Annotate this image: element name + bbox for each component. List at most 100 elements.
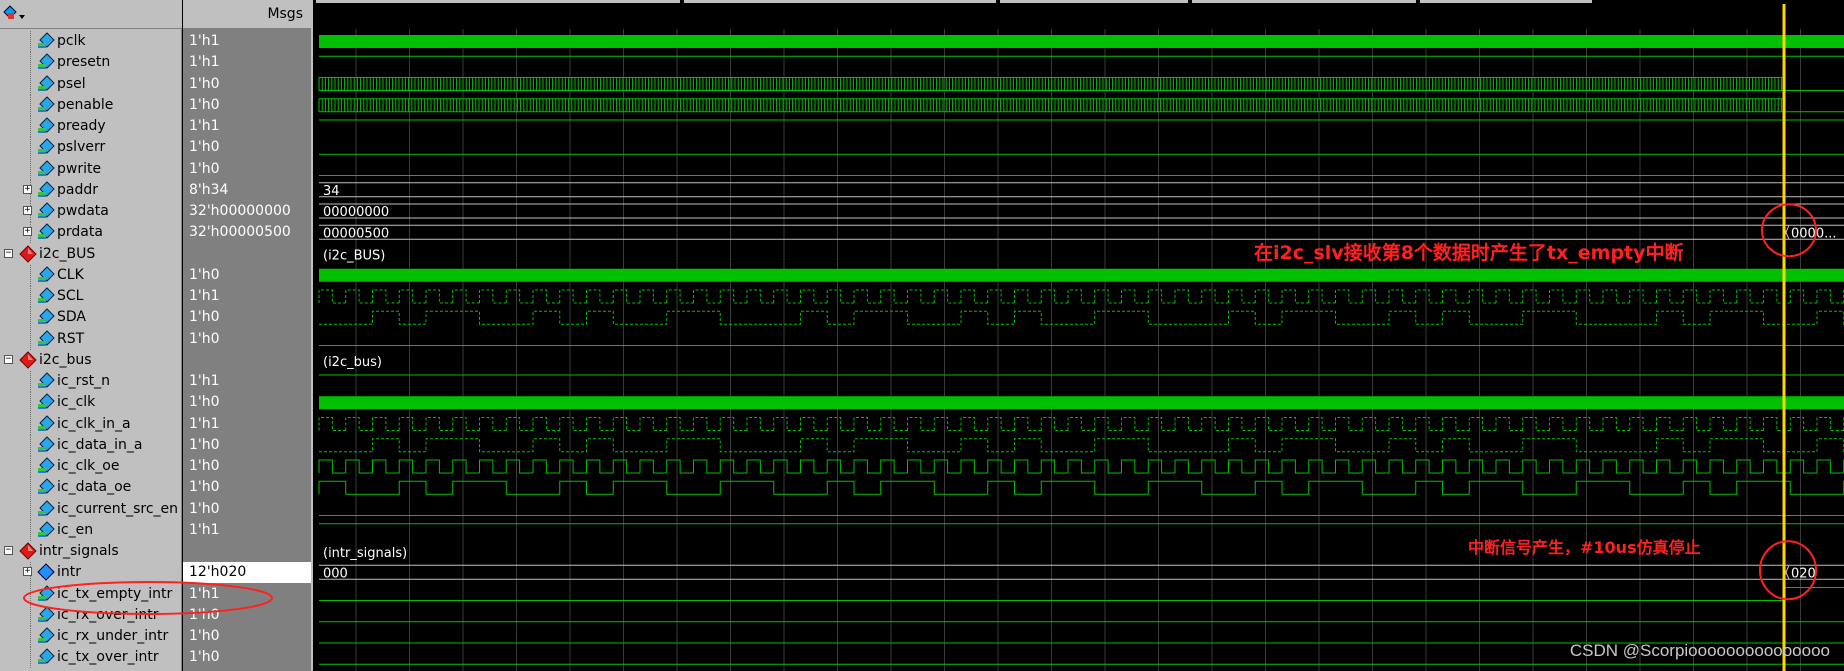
signal-row-pslverr[interactable]: pslverr (0, 137, 182, 158)
signal-row-pclk[interactable]: pclk (0, 31, 182, 52)
signal-name: paddr (57, 182, 98, 198)
signal-row-RST[interactable]: RST (0, 329, 182, 350)
signal-value-row[interactable]: 8'h34 (183, 180, 311, 201)
signal-row-i2c_BUS[interactable]: − i2c_BUS (0, 244, 182, 265)
tree-line (30, 435, 31, 456)
tree-line (30, 307, 31, 328)
signal-value-row[interactable]: 1'h1 (183, 371, 311, 392)
signal-value-row[interactable]: 1'h0 (183, 329, 311, 350)
expand-icon[interactable]: + (23, 227, 32, 236)
signal-row-penable[interactable]: penable (0, 95, 182, 116)
signal-row-SDA[interactable]: SDA (0, 307, 182, 328)
signal-row-CLK[interactable]: CLK (0, 265, 182, 286)
cyan-signal-icon (36, 521, 55, 540)
annotation-stop: 中断信号产生，#10us仿真停止 (1468, 538, 1701, 557)
signal-row-presetn[interactable]: presetn (0, 52, 182, 73)
signal-row-pwrite[interactable]: pwrite (0, 159, 182, 180)
signal-row-paddr[interactable]: + paddr (0, 180, 182, 201)
signal-value-row[interactable]: 1'h0 (183, 265, 311, 286)
signal-value-row[interactable]: 1'h0 (183, 626, 311, 647)
signal-row-SCL[interactable]: SCL (0, 286, 182, 307)
signal-value-row[interactable]: 1'h1 (183, 31, 311, 52)
signal-row-prdata[interactable]: + prdata (0, 222, 182, 243)
signal-value-row[interactable]: 1'h0 (183, 499, 311, 520)
signal-row-intr_signals[interactable]: − intr_signals (0, 541, 182, 562)
cyan-signal-icon (36, 393, 55, 412)
signal-row-ic_tx_over_intr[interactable]: ic_tx_over_intr (0, 647, 182, 668)
signal-row-ic_data_oe[interactable]: ic_data_oe (0, 477, 182, 498)
signal-value: 1'h0 (189, 331, 220, 347)
signal-row-ic_en[interactable]: ic_en (0, 520, 182, 541)
signal-value: 1'h1 (189, 33, 220, 49)
signal-value-row[interactable]: 1'h1 (183, 52, 311, 73)
signal-name: ic_data_in_a (57, 437, 143, 453)
signal-row-ic_rx_under_intr[interactable]: ic_rx_under_intr (0, 626, 182, 647)
collapse-icon[interactable]: − (4, 355, 13, 364)
wave-toolbar-icon[interactable] (2, 4, 28, 26)
signal-row-ic_current_src_en[interactable]: ic_current_src_en (0, 499, 182, 520)
signal-row-pready[interactable]: pready (0, 116, 182, 137)
signal-value-row[interactable]: 1'h0 (183, 392, 311, 413)
signal-row-ic_clk_oe[interactable]: ic_clk_oe (0, 456, 182, 477)
signal-row-ic_data_in_a[interactable]: ic_data_in_a (0, 435, 182, 456)
signal-value-row[interactable]: 1'h1 (183, 520, 311, 541)
signal-value-row[interactable] (183, 541, 311, 562)
signal-row-i2c_bus[interactable]: − i2c_bus (0, 350, 182, 371)
signal-value-row[interactable]: 1'h1 (183, 286, 311, 307)
expand-icon[interactable]: + (23, 185, 32, 194)
tree-line (30, 414, 31, 435)
wave-data (319, 310, 1844, 325)
signal-value-row[interactable]: 1'h0 (183, 435, 311, 456)
cyan-signal-icon (36, 181, 55, 200)
cyan-signal-icon (36, 202, 55, 221)
value-pane-header: Msgs (183, 0, 311, 29)
signal-value-row[interactable]: 1'h1 (183, 414, 311, 435)
signal-row-pwdata[interactable]: + pwdata (0, 201, 182, 222)
signal-row-ic_rst_n[interactable]: ic_rst_n (0, 371, 182, 392)
collapse-icon[interactable]: − (4, 546, 13, 555)
waveform-plot[interactable]: 340000000000000500 0000...(i2c_BUS)(i2c_b… (316, 0, 1844, 671)
signal-name: i2c_BUS (39, 246, 96, 262)
collapse-icon[interactable]: − (4, 249, 13, 258)
cyan-signal-icon (36, 436, 55, 455)
signal-row-ic_clk[interactable]: ic_clk (0, 392, 182, 413)
signal-name: ic_tx_over_intr (57, 649, 159, 665)
signal-value-row[interactable] (183, 350, 311, 371)
cyan-signal-icon (36, 160, 55, 179)
waveform-canvas[interactable]: 34 00000000 00000500 0000... (i2c_BUS) (i2c_b… (316, 0, 1844, 671)
signal-value-row[interactable]: 1'h0 (183, 74, 311, 95)
expand-icon[interactable]: + (23, 567, 32, 576)
expand-icon[interactable]: + (23, 206, 32, 215)
cyan-signal-icon (36, 308, 55, 327)
signal-value-row[interactable]: 1'h0 (183, 477, 311, 498)
signal-value-row[interactable]: 1'h0 (183, 307, 311, 328)
signal-value-row[interactable]: 1'h0 (183, 647, 311, 668)
signal-row-psel[interactable]: psel (0, 74, 182, 95)
signal-name: presetn (57, 54, 111, 70)
signal-value-row[interactable] (183, 244, 311, 265)
signal-value-row[interactable]: 1'h0 (183, 95, 311, 116)
signal-value: 1'h1 (189, 54, 220, 70)
bus-value-label: 020 (1791, 566, 1816, 581)
signal-name: pwdata (57, 203, 109, 219)
signal-row-ic_clk_in_a[interactable]: ic_clk_in_a (0, 414, 182, 435)
signal-value-row[interactable]: 1'h0 (183, 159, 311, 180)
signal-value-row[interactable]: 32'h00000000 (183, 201, 311, 222)
cyan-signal-icon (36, 287, 55, 306)
signal-value-row[interactable]: 1'h1 (183, 116, 311, 137)
tree-line (30, 499, 31, 520)
cyan-signal-icon (36, 415, 55, 434)
signal-name: penable (57, 97, 114, 113)
signal-name: prdata (57, 224, 103, 240)
wave-scl (318, 417, 1844, 431)
signal-value-row[interactable]: 32'h00000500 (183, 222, 311, 243)
signal-value-row[interactable]: 1'h0 (183, 137, 311, 158)
name-pane-header (0, 0, 182, 29)
signal-name: ic_current_src_en (57, 501, 179, 517)
tree-line (30, 95, 31, 116)
cyan-signal-icon (36, 266, 55, 285)
signal-value-row[interactable]: 1'h0 (183, 456, 311, 477)
tree-line (30, 265, 31, 286)
intr-row-bg (316, 564, 1844, 581)
signal-value: 1'h0 (189, 139, 220, 155)
